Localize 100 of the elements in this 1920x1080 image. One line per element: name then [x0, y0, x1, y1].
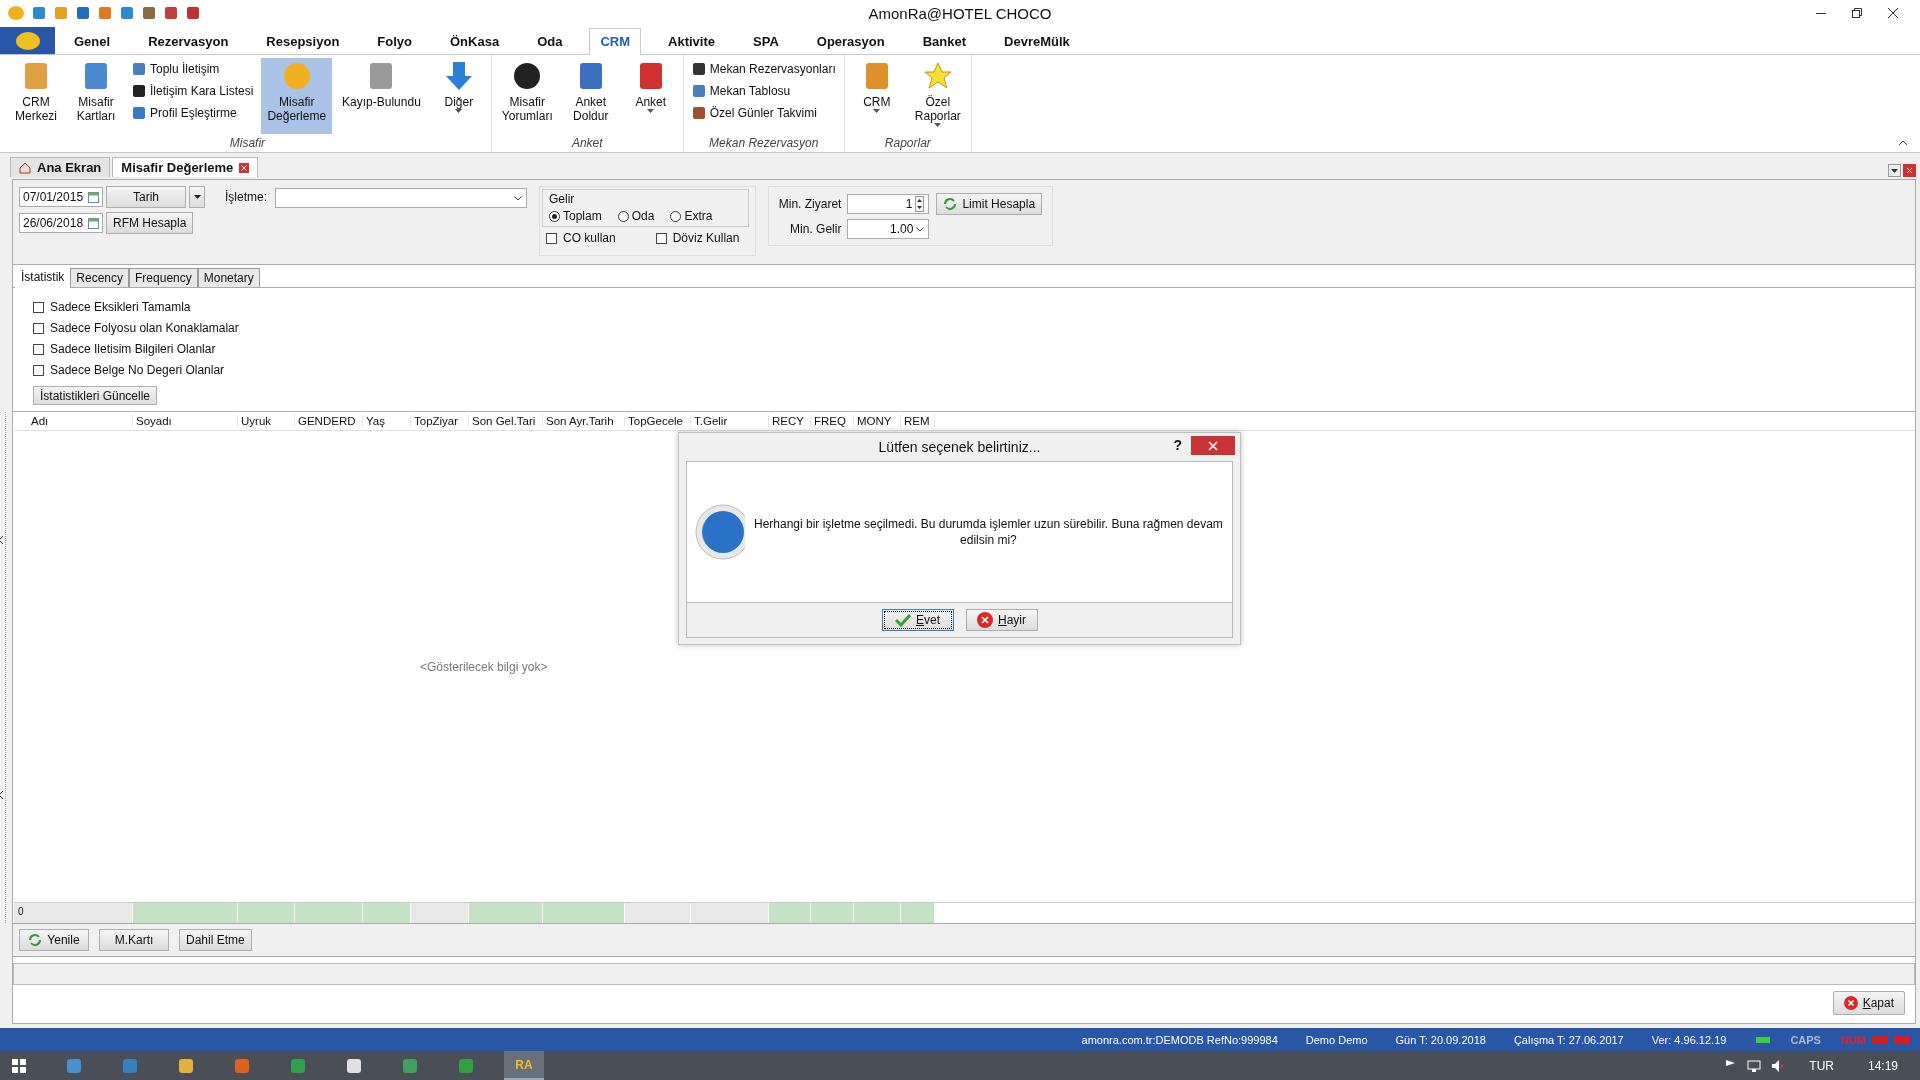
expand-icon[interactable] — [0, 791, 4, 800]
ribbon-tab[interactable]: Operasyon — [805, 28, 896, 54]
network-icon[interactable] — [1747, 1058, 1762, 1073]
ribbon-tab[interactable]: Folyo — [366, 28, 423, 54]
help-button[interactable]: ? — [1173, 437, 1182, 453]
ribbon-button[interactable]: CRM Merkezi — [8, 58, 64, 134]
dialog-message: Herhangi bir işletme seçilmedi. Bu durumda işlemler uzun sürebilir. Buna rağmen devam edilsin mi? — [753, 516, 1224, 548]
toolbar-button[interactable]: Dahil Etme — [179, 929, 252, 951]
visit-spin-field[interactable]: 1 — [847, 194, 930, 214]
checkbox-option[interactable]: Sadece Eksikleri Tamamla — [33, 300, 191, 314]
caret-icon — [873, 109, 881, 113]
ribbon-button[interactable]: Anket — [622, 58, 679, 134]
limit-button[interactable]: Limit Hesapla — [936, 193, 1043, 215]
checkbox-option[interactable]: Sadece Folyosu olan Konaklamalar — [33, 321, 239, 335]
tab[interactable]: İstatistik — [15, 267, 71, 288]
checkbox-option[interactable]: CO kullan — [546, 231, 616, 245]
ribbon-button[interactable]: Misafir Yorumları — [495, 58, 559, 134]
toolbar-icon[interactable] — [142, 6, 156, 20]
restore-icon[interactable] — [1852, 8, 1862, 18]
checkbox-option[interactable]: Sadece Belge No Degeri Olanlar — [33, 363, 225, 377]
radio-option[interactable]: Extra — [670, 209, 713, 223]
column-header[interactable]: TopZiyar — [411, 415, 469, 427]
ribbon-button[interactable]: Misafir Kartları — [68, 58, 124, 134]
dropdown-button[interactable] — [189, 186, 205, 208]
taskbar-app-icon[interactable] — [178, 1057, 194, 1074]
language-indicator[interactable]: TUR — [1809, 1058, 1834, 1073]
toolbar-icon[interactable] — [164, 6, 178, 20]
toolbar-icon[interactable] — [76, 6, 90, 20]
column-header[interactable]: T.Gelir — [691, 415, 769, 427]
ribbon-tab[interactable]: Oda — [526, 28, 574, 54]
ribbon-button[interactable]: İletişim Kara Listesi — [132, 82, 254, 100]
column-header[interactable]: Uyruk — [238, 415, 295, 427]
radio-option[interactable]: Oda — [617, 209, 655, 223]
app-menu-button[interactable] — [0, 27, 55, 54]
date-field[interactable]: 07/01/2015 — [19, 187, 103, 207]
column-header[interactable]: GENDERD — [295, 415, 363, 427]
ribbon-tab[interactable]: Genel — [63, 28, 122, 54]
document-tab[interactable]: Misafir Değerleme — [112, 157, 259, 177]
toolbar-button[interactable]: Yenile — [19, 929, 89, 951]
ribbon-tab[interactable]: Resepsiyon — [255, 28, 351, 54]
dropdown-icon[interactable] — [1888, 164, 1901, 177]
tab[interactable]: Monetary — [197, 268, 260, 287]
close-icon[interactable] — [1888, 8, 1898, 18]
update-stats-button[interactable]: İstatistikleri Güncelle — [33, 386, 158, 405]
ribbon-button[interactable]: Özel Raporlar — [908, 58, 967, 134]
toolbar-icon[interactable] — [98, 6, 112, 20]
ribbon-group-title: Mekan Rezervasyon — [708, 136, 820, 152]
taskbar-app-icon[interactable] — [402, 1057, 418, 1074]
tab[interactable]: Frequency — [129, 268, 198, 287]
dialog-button[interactable]: Evet — [881, 609, 954, 631]
column-header[interactable]: REM — [901, 415, 935, 427]
close-button[interactable]: Kapat — [1832, 991, 1905, 1015]
ribbon-button[interactable]: Mekan Tablosu — [691, 82, 836, 100]
toolbar-icon[interactable] — [32, 6, 46, 20]
column-header[interactable]: Yaş — [363, 415, 411, 427]
rfm-button[interactable]: RFM Hesapla — [106, 212, 194, 234]
ribbon-tab[interactable]: Aktivite — [657, 28, 726, 54]
ribbon-button[interactable]: Anket Doldur — [562, 58, 619, 134]
column-header[interactable]: Adı — [28, 415, 133, 427]
ribbon-tab[interactable]: CRM — [589, 28, 642, 55]
ribbon-tab[interactable]: SPA — [742, 28, 790, 54]
taskbar-app-icon[interactable] — [346, 1057, 362, 1074]
date-type-button[interactable]: Tarih — [106, 186, 186, 208]
date-field[interactable]: 26/06/2018 — [19, 213, 103, 233]
expand-icon[interactable] — [0, 535, 4, 544]
column-header[interactable]: RECY — [769, 415, 811, 427]
collapse-icon[interactable] — [1898, 140, 1908, 146]
close-button[interactable] — [1191, 436, 1235, 455]
tab[interactable]: Recency — [70, 268, 130, 287]
ribbon-button[interactable]: Diğer — [430, 58, 487, 134]
document-tab[interactable]: Ana Ekran — [10, 157, 111, 177]
ribbon-tab[interactable]: DevreMülk — [993, 28, 1081, 54]
column-header[interactable]: Son Ayr.Tarih — [543, 415, 625, 427]
checkbox-option[interactable]: Sadece Iletisim Bilgileri Olanlar — [33, 342, 216, 356]
ribbon-tab[interactable]: Rezervasyon — [137, 28, 240, 54]
column-header[interactable]: Soyadı — [133, 415, 238, 427]
speaker-muted-icon[interactable] — [1771, 1058, 1786, 1073]
ribbon-button[interactable]: Misafir Değerleme — [261, 58, 333, 134]
revenue-dropdown[interactable]: 1.00 — [847, 219, 930, 239]
dialog-button[interactable]: Hayir — [965, 609, 1038, 631]
ribbon-label: Misafir — [279, 95, 315, 109]
ribbon-button[interactable]: CRM — [848, 58, 905, 134]
toolbar-button[interactable]: M.Kartı — [99, 929, 169, 951]
ribbon-tab[interactable]: Banket — [911, 28, 978, 54]
start-icon[interactable] — [12, 1058, 26, 1073]
column-header[interactable]: FREQ — [811, 415, 854, 427]
ribbon-button[interactable]: Mekan Rezervasyonları — [691, 60, 836, 78]
ribbon-tab[interactable]: ÖnKasa — [439, 28, 511, 54]
ribbon-button[interactable]: Toplu İletişim — [132, 60, 254, 78]
clock[interactable]: 14:19 — [1867, 1058, 1898, 1073]
toolbar-icon[interactable] — [186, 6, 200, 20]
ribbon-button[interactable]: Özel Günler Takvimi — [691, 104, 836, 122]
column-header[interactable]: Son Gel.Tari — [469, 415, 543, 427]
radio-option[interactable]: Toplam — [549, 209, 602, 223]
ribbon-button[interactable]: Kayıp-Bulundu — [336, 58, 427, 134]
checkbox-option[interactable]: Döviz Kullan — [655, 231, 740, 245]
toolbar-icon[interactable] — [120, 6, 134, 20]
column-header[interactable]: MONY — [854, 415, 901, 427]
column-header[interactable]: TopGecele — [625, 415, 691, 427]
ribbon-button[interactable]: Profil Eşleştirme — [132, 104, 254, 122]
